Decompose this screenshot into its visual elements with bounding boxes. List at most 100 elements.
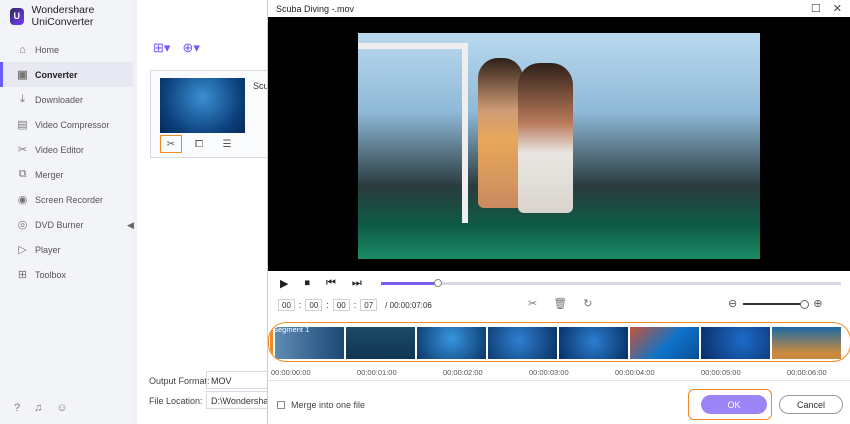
video-frame[interactable] bbox=[358, 33, 760, 259]
refresh-icon[interactable]: ↻ bbox=[583, 297, 592, 310]
timeline-strip[interactable]: Segment 1 bbox=[268, 322, 850, 362]
ruler-tick: 00:00:06:00 bbox=[787, 368, 827, 377]
sidebar-item-label: Home bbox=[35, 44, 60, 55]
sidebar-nav: ⌂ Home ▣ Converter ⤓ Downloader ▤ Video Comp… bbox=[0, 37, 133, 287]
ruler-tick: 00:00:00:00 bbox=[271, 368, 311, 377]
video-thumbnail[interactable] bbox=[160, 78, 245, 133]
time-hours[interactable]: 00 bbox=[278, 299, 295, 311]
file-card[interactable]: Scu ✂ ⧠ ☰ bbox=[150, 70, 280, 158]
trim-tools: ✂ 🗑 ↻ bbox=[528, 297, 592, 310]
boat-railing bbox=[358, 43, 468, 223]
maximize-icon[interactable]: ☐ bbox=[811, 2, 821, 15]
crop-icon[interactable]: ⧠ bbox=[188, 135, 210, 153]
ruler-tick: 00:00:04:00 bbox=[615, 368, 655, 377]
merge-option[interactable]: Merge into one file bbox=[277, 400, 365, 410]
converter-icon: ▣ bbox=[17, 69, 28, 81]
merge-label: Merge into one file bbox=[291, 400, 366, 410]
download-icon: ⤓ bbox=[20, 93, 25, 105]
sidebar-item-merger[interactable]: ⧉ Merger bbox=[0, 162, 133, 187]
time-seconds[interactable]: 00 bbox=[332, 299, 350, 311]
filmstrip-frame bbox=[630, 327, 699, 359]
sidebar-item-label: Toolbox bbox=[35, 269, 67, 280]
sidebar-item-downloader[interactable]: ⤓ Downloader bbox=[0, 87, 133, 112]
app-title: Wondershare UniConverter bbox=[31, 4, 95, 28]
sidebar-item-label: Video Editor bbox=[35, 144, 84, 155]
sidebar-item-converter[interactable]: ▣ Converter bbox=[0, 62, 133, 87]
sidebar-item-player[interactable]: ▷ Player bbox=[0, 237, 133, 262]
progress-knob[interactable] bbox=[434, 279, 442, 287]
bell-icon[interactable]: ♫ bbox=[34, 402, 42, 414]
dialog-title: Scuba Diving -.mov bbox=[276, 4, 355, 14]
sidebar-item-label: Converter bbox=[35, 69, 78, 80]
grid-icon: ⊞ bbox=[17, 269, 28, 281]
play-icon: ▷ bbox=[18, 244, 27, 256]
cut-scissors-icon[interactable]: ✂ bbox=[528, 297, 537, 310]
ruler-tick: 00:00:05:00 bbox=[701, 368, 741, 377]
time-input: 00: 00: 00: 07 / 00:00:07:06 bbox=[278, 299, 432, 311]
zoom-in-icon[interactable]: ⊕ bbox=[813, 297, 822, 310]
collapse-sidebar-icon[interactable]: ◀ bbox=[127, 220, 137, 234]
file-location-field[interactable]: D:\Wondershare bbox=[206, 391, 276, 409]
help-icon[interactable]: ? bbox=[14, 402, 20, 414]
sidebar-item-video-compressor[interactable]: ▤ Video Compressor bbox=[0, 112, 133, 137]
sidebar-item-label: Screen Recorder bbox=[35, 194, 104, 205]
segment-label: Segment 1 bbox=[273, 325, 310, 334]
filmstrip bbox=[275, 327, 841, 359]
sidebar-item-home[interactable]: ⌂ Home bbox=[0, 37, 133, 62]
home-icon: ⌂ bbox=[19, 43, 26, 56]
disc-icon: ◎ bbox=[17, 219, 28, 231]
time-frames[interactable]: 07 bbox=[360, 299, 378, 311]
output-format-select[interactable]: MOV bbox=[206, 371, 276, 389]
file-location-label: File Location: bbox=[149, 396, 203, 406]
stop-icon[interactable]: ⏹ bbox=[304, 277, 310, 290]
progress-fill bbox=[381, 282, 439, 285]
compress-icon: ▤ bbox=[17, 119, 28, 131]
time-ruler: 00:00:00:00 00:00:01:00 00:00:02:00 00:0… bbox=[268, 364, 850, 381]
trim-scissors-icon[interactable]: ✂ bbox=[160, 135, 182, 153]
record-icon: ◉ bbox=[17, 194, 28, 206]
filmstrip-frame bbox=[346, 327, 415, 359]
play-icon[interactable]: ▶ bbox=[280, 277, 288, 290]
filmstrip-frame bbox=[701, 327, 770, 359]
video-preview-area bbox=[268, 17, 850, 271]
effects-list-icon[interactable]: ☰ bbox=[216, 135, 238, 153]
sidebar-footer: ? ♫ ☺ bbox=[14, 402, 68, 414]
output-format-label: Output Format: bbox=[149, 376, 210, 386]
time-minutes[interactable]: 00 bbox=[305, 299, 323, 311]
ruler-tick: 00:00:01:00 bbox=[357, 368, 397, 377]
merge-icon: ⧉ bbox=[18, 168, 27, 180]
dialog-window-buttons: ☐ ✕ bbox=[811, 2, 842, 15]
zoom-control: ⊖ ⊕ bbox=[728, 297, 822, 310]
zoom-slider[interactable] bbox=[743, 299, 810, 309]
sidebar-item-label: Player bbox=[35, 244, 61, 255]
sidebar-item-label: Downloader bbox=[35, 94, 84, 105]
sidebar-item-label: Merger bbox=[35, 169, 64, 180]
diver-figure-right bbox=[518, 63, 573, 213]
add-file-icon[interactable]: ⊞▾ bbox=[153, 40, 170, 56]
ruler-tick: 00:00:03:00 bbox=[529, 368, 569, 377]
cancel-button[interactable]: Cancel bbox=[779, 395, 843, 414]
ruler-tick: 00:00:02:00 bbox=[443, 368, 483, 377]
filmstrip-frame bbox=[772, 327, 841, 359]
filmstrip-frame bbox=[417, 327, 486, 359]
main-panel: ⊞▾ ⊕▾ Scu ✂ ⧠ ☰ Output Format: MOV File … bbox=[137, 0, 280, 424]
add-media-icon[interactable]: ⊕▾ bbox=[182, 40, 199, 56]
close-icon[interactable]: ✕ bbox=[833, 2, 842, 15]
feedback-icon[interactable]: ☺ bbox=[56, 402, 67, 414]
playback-progress[interactable] bbox=[381, 279, 841, 287]
sidebar-item-dvd-burner[interactable]: ◎ DVD Burner bbox=[0, 212, 133, 237]
sidebar-item-toolbox[interactable]: ⊞ Toolbox bbox=[0, 262, 133, 287]
sidebar-item-label: Video Compressor bbox=[35, 119, 110, 130]
merge-checkbox[interactable] bbox=[277, 401, 285, 409]
sidebar-item-video-editor[interactable]: ✂ Video Editor bbox=[0, 137, 133, 162]
filmstrip-frame bbox=[559, 327, 628, 359]
next-frame-icon[interactable]: ⏭ bbox=[352, 277, 362, 290]
previous-frame-icon[interactable]: ⏮ bbox=[326, 277, 336, 290]
filmstrip-frame bbox=[488, 327, 557, 359]
delete-icon[interactable]: 🗑 bbox=[553, 297, 567, 310]
playback-controls: ▶ ⏹ ⏮ ⏭ bbox=[280, 277, 362, 290]
scissors-icon: ✂ bbox=[17, 144, 28, 156]
zoom-out-icon[interactable]: ⊖ bbox=[728, 297, 737, 310]
ok-button[interactable]: OK bbox=[701, 395, 767, 414]
sidebar-item-screen-recorder[interactable]: ◉ Screen Recorder bbox=[0, 187, 133, 212]
